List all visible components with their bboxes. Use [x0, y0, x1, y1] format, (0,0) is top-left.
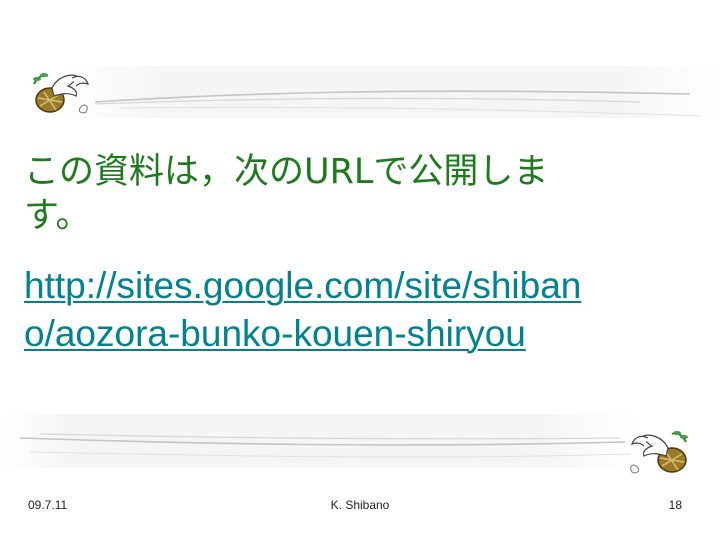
- top-decorative-band: [60, 66, 720, 118]
- dove-with-olive-branch-icon: [630, 431, 688, 474]
- site-url-link-line-2[interactable]: o/aozora-bunko-kouen-shiryou: [24, 310, 704, 358]
- dove-with-olive-branch-icon: [33, 73, 89, 114]
- site-url-link-line-1[interactable]: http://sites.google.com/site/shiban: [24, 262, 704, 310]
- site-url-link[interactable]: http://sites.google.com/site/shiban o/ao…: [24, 262, 704, 358]
- footer-author: K. Shibano: [330, 498, 390, 512]
- body-text-line-1: この資料は，次のURLで公開しま: [24, 152, 549, 192]
- body-text-line-2: す。: [24, 196, 91, 236]
- bottom-decorative-band: [0, 414, 640, 468]
- body-text: この資料は，次のURLで公開しま す。: [24, 150, 694, 238]
- footer-page-number: 18: [668, 498, 682, 512]
